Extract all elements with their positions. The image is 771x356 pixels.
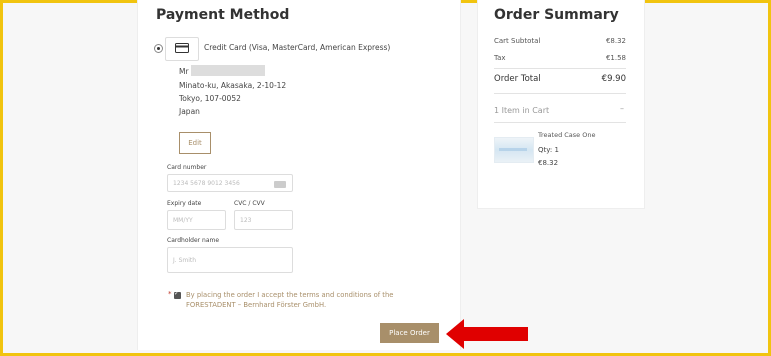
expiry-date-label: Expiry date [167,200,202,207]
terms-required-mark: * [168,290,172,298]
product-qty: Qty: 1 [538,146,559,154]
credit-card-label: Credit Card (Visa, MasterCard, American … [204,43,391,52]
tax-value: €1.58 [605,54,626,62]
cvc-label: CVC / CVV [234,200,265,207]
order-total-label: Order Total [494,74,541,84]
credit-card-radio[interactable] [154,44,163,53]
product-name[interactable]: Treated Case One [538,131,595,139]
card-number-input[interactable]: 1234 5678 9012 3456 [167,174,293,192]
subtotal-label: Cart Subtotal [494,37,541,45]
subtotal-value: €8.32 [605,37,626,45]
order-total-row: Order Total €9.90 [494,74,626,84]
summary-divider [494,68,626,69]
place-order-button[interactable]: Place Order [380,323,439,343]
collapse-icon[interactable]: – [620,104,624,113]
order-total-value: €9.90 [601,74,626,84]
redacted-name [191,65,265,76]
card-number-label: Card number [167,164,207,171]
expiry-date-input[interactable]: MM/YY [167,210,226,230]
card-number-card-icon [274,181,286,188]
summary-divider [494,122,626,123]
tax-row: Tax €1.58 [494,54,626,62]
credit-card-icon [165,37,199,61]
subtotal-row: Cart Subtotal €8.32 [494,37,626,45]
items-in-cart-toggle[interactable]: 1 Item in Cart [494,106,549,115]
summary-divider [494,93,626,94]
terms-checkbox[interactable] [174,290,181,299]
cardholder-name-input[interactable]: J. Smith [167,247,293,273]
terms-text: By placing the order I accept the terms … [186,291,394,309]
cvc-input[interactable]: 123 [234,210,293,230]
red-arrow-icon [446,319,528,349]
address-line1: Minato-ku, Akasaka, 2-10-12 [179,81,287,90]
order-summary-title: Order Summary [494,7,619,23]
edit-address-button[interactable]: Edit [179,132,211,154]
address-salutation: Mr [179,67,189,76]
tax-label: Tax [494,54,506,62]
address-line2: Tokyo, 107-0052 [179,94,241,103]
product-thumbnail[interactable] [494,137,534,163]
product-price: €8.32 [538,159,559,167]
payment-method-title: Payment Method [156,7,290,23]
address-country: Japan [179,107,200,116]
cardholder-name-label: Cardholder name [167,237,220,244]
